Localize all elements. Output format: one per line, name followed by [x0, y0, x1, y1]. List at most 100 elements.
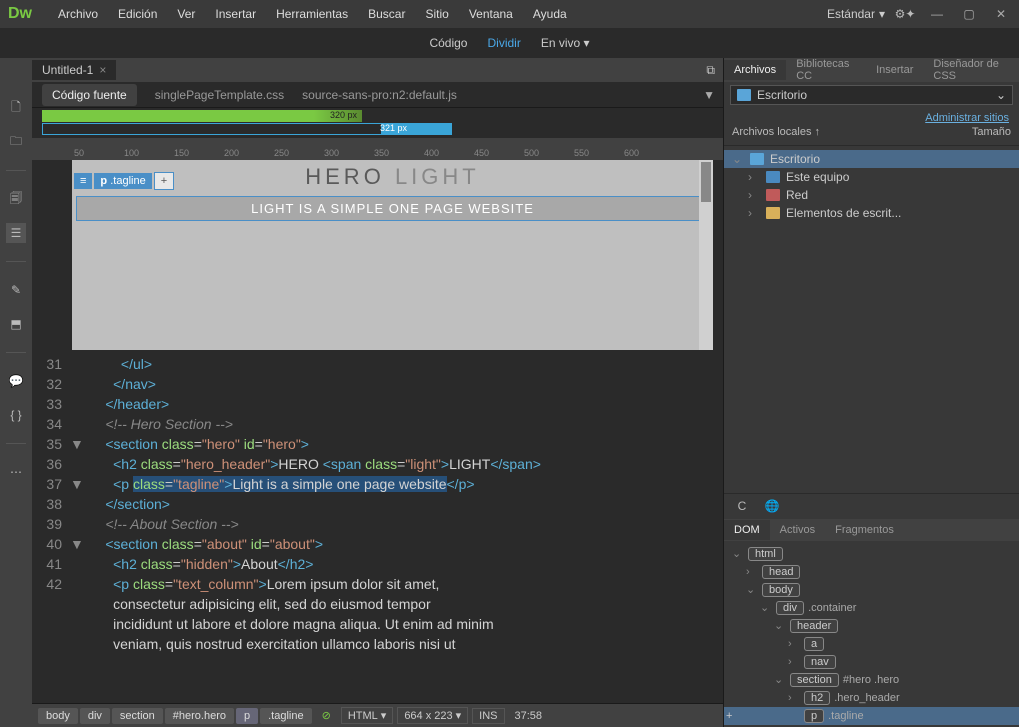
- dom-tree[interactable]: ⌄html›head⌄body⌄div .container⌄header›a›…: [724, 541, 1019, 727]
- folder-icon: [766, 189, 780, 201]
- panel-tab[interactable]: Insertar: [866, 60, 923, 80]
- tree-row[interactable]: ›Elementos de escrit...: [724, 204, 1019, 222]
- dom-node[interactable]: ⌄header: [724, 617, 1019, 635]
- file-icon[interactable]: 🗋: [6, 98, 26, 118]
- menu-sitio[interactable]: Sitio: [415, 0, 458, 28]
- ruler: 50100150200250300350400450500550600: [32, 138, 723, 160]
- code-line[interactable]: 33 </header>: [36, 394, 723, 414]
- code-line[interactable]: incididunt ut labore et dolore magna ali…: [36, 614, 723, 634]
- breadcrumb-item[interactable]: .tagline: [260, 708, 311, 724]
- add-selector-button[interactable]: +: [154, 172, 174, 190]
- panel-tab[interactable]: Archivos: [724, 60, 786, 80]
- filter-icon[interactable]: ▼: [703, 88, 715, 102]
- dom-node[interactable]: ›a: [724, 635, 1019, 653]
- media-query-bars[interactable]: 320 px 321 px: [32, 108, 723, 138]
- workspace-selector[interactable]: Estándar▾: [817, 7, 895, 21]
- related-file[interactable]: singlePageTemplate.css: [155, 88, 284, 102]
- maximize-button[interactable]: ▢: [957, 6, 981, 22]
- list-icon[interactable]: ☰: [6, 223, 26, 243]
- view-live[interactable]: En vivo ▾: [541, 36, 590, 50]
- menu-herramientas[interactable]: Herramientas: [266, 0, 358, 28]
- menu-ventana[interactable]: Ventana: [459, 0, 523, 28]
- menu-archivo[interactable]: Archivo: [48, 0, 108, 28]
- view-code[interactable]: Código: [429, 36, 467, 50]
- extract-icon[interactable]: ⬒: [6, 314, 26, 334]
- code-line[interactable]: 39 <!-- About Section -->: [36, 514, 723, 534]
- sync-ok-icon[interactable]: ⊘: [316, 709, 337, 722]
- window-icon[interactable]: ⧉: [706, 63, 715, 78]
- close-button[interactable]: ✕: [989, 6, 1013, 22]
- dom-node[interactable]: ⌄section #hero .hero: [724, 671, 1019, 689]
- comment-icon[interactable]: 💬: [6, 371, 26, 391]
- code-line[interactable]: veniam, quis nostrud exercitation ullamc…: [36, 634, 723, 654]
- col-header-size[interactable]: Tamaño: [972, 126, 1011, 145]
- sync-icon[interactable]: ⚙✦: [895, 4, 915, 24]
- breadcrumb-item[interactable]: body: [38, 708, 78, 724]
- preview-scrollbar[interactable]: [699, 160, 713, 350]
- dom-node[interactable]: ›nav: [724, 653, 1019, 671]
- code-line[interactable]: 37▼ <p class="tagline">Light is a simple…: [36, 474, 723, 494]
- folder-icon: [750, 153, 764, 165]
- app-logo: Dw: [6, 5, 34, 23]
- menu-buscar[interactable]: Buscar: [358, 0, 415, 28]
- code-line[interactable]: 40▼ <section class="about" id="about">: [36, 534, 723, 554]
- code-line[interactable]: 42 <p class="text_column">Lorem ipsum do…: [36, 574, 723, 594]
- dimensions-display[interactable]: 664 x 223 ▾: [397, 707, 468, 724]
- minimize-button[interactable]: —: [925, 6, 949, 22]
- panel-tab[interactable]: Activos: [770, 520, 825, 540]
- files-tree[interactable]: ⌄Escritorio›Este equipo›Red›Elementos de…: [724, 146, 1019, 314]
- breadcrumb-item[interactable]: p: [236, 708, 258, 724]
- view-split[interactable]: Dividir: [487, 36, 520, 50]
- manage-icon[interactable]: 🗐: [6, 189, 26, 209]
- panel-tab[interactable]: DOM: [724, 520, 770, 540]
- code-line[interactable]: 35▼ <section class="hero" id="hero">: [36, 434, 723, 454]
- breadcrumb-item[interactable]: #hero.hero: [165, 708, 234, 724]
- tagline-element[interactable]: LIGHT IS A SIMPLE ONE PAGE WEBSITE: [76, 196, 709, 221]
- close-tab-icon[interactable]: ×: [99, 63, 106, 77]
- site-folder-selector[interactable]: Escritorio ⌄: [730, 85, 1013, 105]
- dom-node[interactable]: +p .tagline: [724, 707, 1019, 725]
- element-tag-crumb[interactable]: p .tagline: [94, 173, 151, 189]
- breadcrumb-item[interactable]: section: [112, 708, 163, 724]
- code-line[interactable]: 32 </nav>: [36, 374, 723, 394]
- dom-node[interactable]: ⌄body: [724, 581, 1019, 599]
- dom-node[interactable]: ⌄div .container: [724, 599, 1019, 617]
- code-line[interactable]: 34 <!-- Hero Section -->: [36, 414, 723, 434]
- code-line[interactable]: 36 <h2 class="hero_header">HERO <span cl…: [36, 454, 723, 474]
- code-line[interactable]: 31 </ul>: [36, 354, 723, 374]
- breadcrumb-item[interactable]: div: [80, 708, 110, 724]
- dom-node[interactable]: ›head: [724, 563, 1019, 581]
- document-tab[interactable]: Untitled-1 ×: [32, 60, 116, 80]
- tree-row[interactable]: ›Este equipo: [724, 168, 1019, 186]
- live-preview[interactable]: ≡ p .tagline + HERO LIGHT LIGHT IS A SIM…: [72, 160, 713, 350]
- related-file[interactable]: source-sans-pro:n2:default.js: [302, 88, 457, 102]
- hamburger-icon[interactable]: ≡: [74, 173, 92, 189]
- code-line[interactable]: 38 </section>: [36, 494, 723, 514]
- time-display: 37:58: [509, 710, 549, 722]
- folder-icon[interactable]: 🗀: [6, 132, 26, 152]
- more-icon[interactable]: ⋯: [6, 462, 26, 482]
- code-editor[interactable]: 31 </ul>32 </nav>33 </header>34 <!-- Her…: [32, 354, 723, 703]
- source-code-tab[interactable]: Código fuente: [42, 84, 137, 106]
- globe-icon[interactable]: 🌐: [762, 496, 782, 516]
- left-toolbar: 🗋 🗀 🗐 ☰ ✎ ⬒ 💬 { } ⋯: [0, 58, 32, 727]
- menu-ver[interactable]: Ver: [167, 0, 205, 28]
- insert-mode[interactable]: INS: [472, 708, 504, 724]
- menu-insertar[interactable]: Insertar: [205, 0, 266, 28]
- refresh-icon[interactable]: C: [732, 496, 752, 516]
- lang-selector[interactable]: HTML ▾: [341, 707, 393, 724]
- menu-edición[interactable]: Edición: [108, 0, 167, 28]
- dom-node[interactable]: ⌄html: [724, 545, 1019, 563]
- brackets-icon[interactable]: { }: [6, 405, 26, 425]
- code-line[interactable]: 41 <h2 class="hidden">About</h2>: [36, 554, 723, 574]
- tree-row[interactable]: ›Red: [724, 186, 1019, 204]
- col-header-name[interactable]: Archivos locales ↑: [732, 126, 972, 145]
- tree-row[interactable]: ⌄Escritorio: [724, 150, 1019, 168]
- code-line[interactable]: consectetur adipisicing elit, sed do eiu…: [36, 594, 723, 614]
- panel-tab[interactable]: Fragmentos: [825, 520, 904, 540]
- menu-ayuda[interactable]: Ayuda: [523, 0, 577, 28]
- wand-icon[interactable]: ✎: [6, 280, 26, 300]
- add-node-icon[interactable]: +: [726, 710, 732, 722]
- manage-sites-link[interactable]: Administrar sitios: [925, 112, 1009, 124]
- dom-node[interactable]: ›h2 .hero_header: [724, 689, 1019, 707]
